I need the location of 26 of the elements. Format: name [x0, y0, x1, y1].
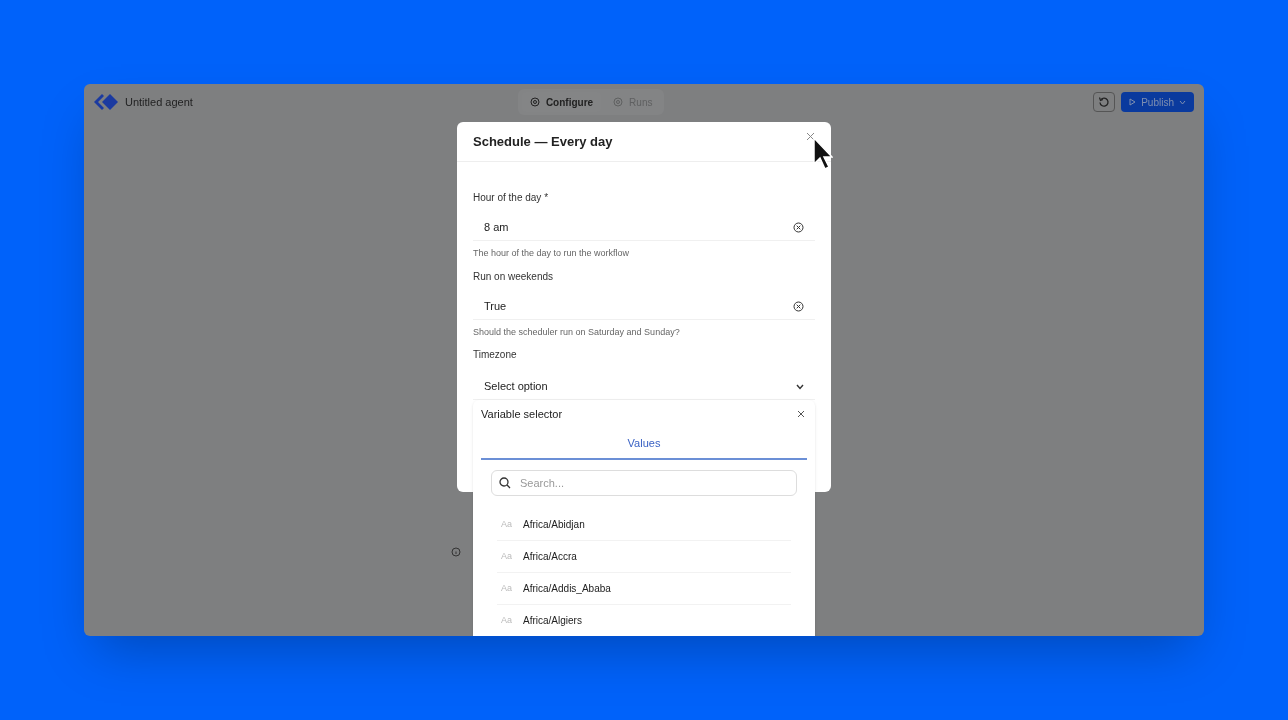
help-text: Should the scheduler run on Saturday and Sunday? — [473, 325, 680, 339]
refresh-icon — [1098, 96, 1111, 108]
info-icon — [451, 547, 461, 557]
popover-title: Variable selector — [481, 406, 563, 422]
clear-icon[interactable] — [793, 222, 804, 233]
logo-icon — [94, 94, 118, 110]
agent-title: Untitled agent — [125, 94, 193, 110]
field-label: Timezone — [473, 348, 517, 362]
clear-icon[interactable] — [793, 300, 804, 312]
caret-icon — [1179, 99, 1186, 105]
close-icon — [806, 132, 815, 141]
circle-icon — [613, 97, 624, 107]
dialog-title: Schedule — Every day — [473, 132, 613, 151]
close-icon[interactable] — [797, 410, 805, 418]
field-label: Run on weekends — [473, 269, 554, 284]
tab[interactable]: Values — [481, 428, 807, 460]
play-icon — [1129, 98, 1137, 106]
field-label: Hour of the day * — [473, 191, 549, 205]
input-field[interactable]: True — [473, 293, 815, 320]
help-text: The hour of the day to run the workflow — [473, 247, 630, 260]
input-field[interactable]: 8 am — [473, 215, 815, 241]
search-icon — [499, 477, 511, 489]
reset-button[interactable] — [1093, 92, 1116, 112]
chevron-down-icon — [796, 383, 804, 390]
search-field[interactable]: Search... — [491, 470, 797, 496]
close-button[interactable] — [806, 132, 815, 141]
